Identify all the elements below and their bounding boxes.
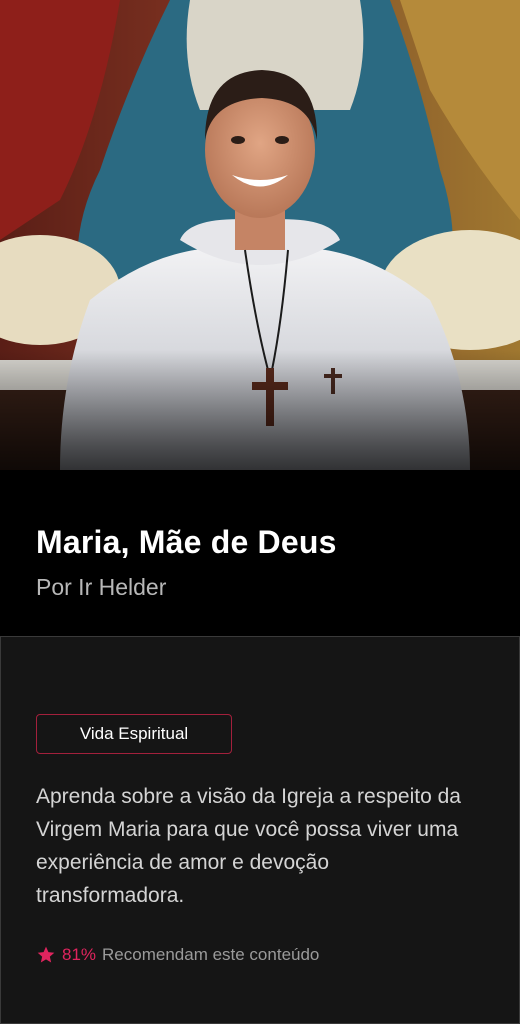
rating-percent: 81% — [62, 945, 97, 964]
hero-section: Maria, Mãe de Deus Por Ir Helder — [0, 0, 520, 636]
recommendation-rating: 81% Recomendam este conteúdo — [36, 945, 319, 965]
rating-label: Recomendam este conteúdo — [102, 945, 320, 964]
course-detail-page: Maria, Mãe de Deus Por Ir Helder Vida Es… — [0, 0, 520, 1024]
category-badge[interactable]: Vida Espiritual — [36, 714, 232, 754]
course-description: Aprenda sobre a visão da Igreja a respei… — [36, 785, 461, 907]
course-author: Por Ir Helder — [36, 574, 167, 600]
course-info-panel: Vida Espiritual Aprenda sobre a visão da… — [0, 636, 520, 1024]
star-icon — [37, 946, 55, 963]
course-title: Maria, Mãe de Deus — [36, 524, 337, 560]
